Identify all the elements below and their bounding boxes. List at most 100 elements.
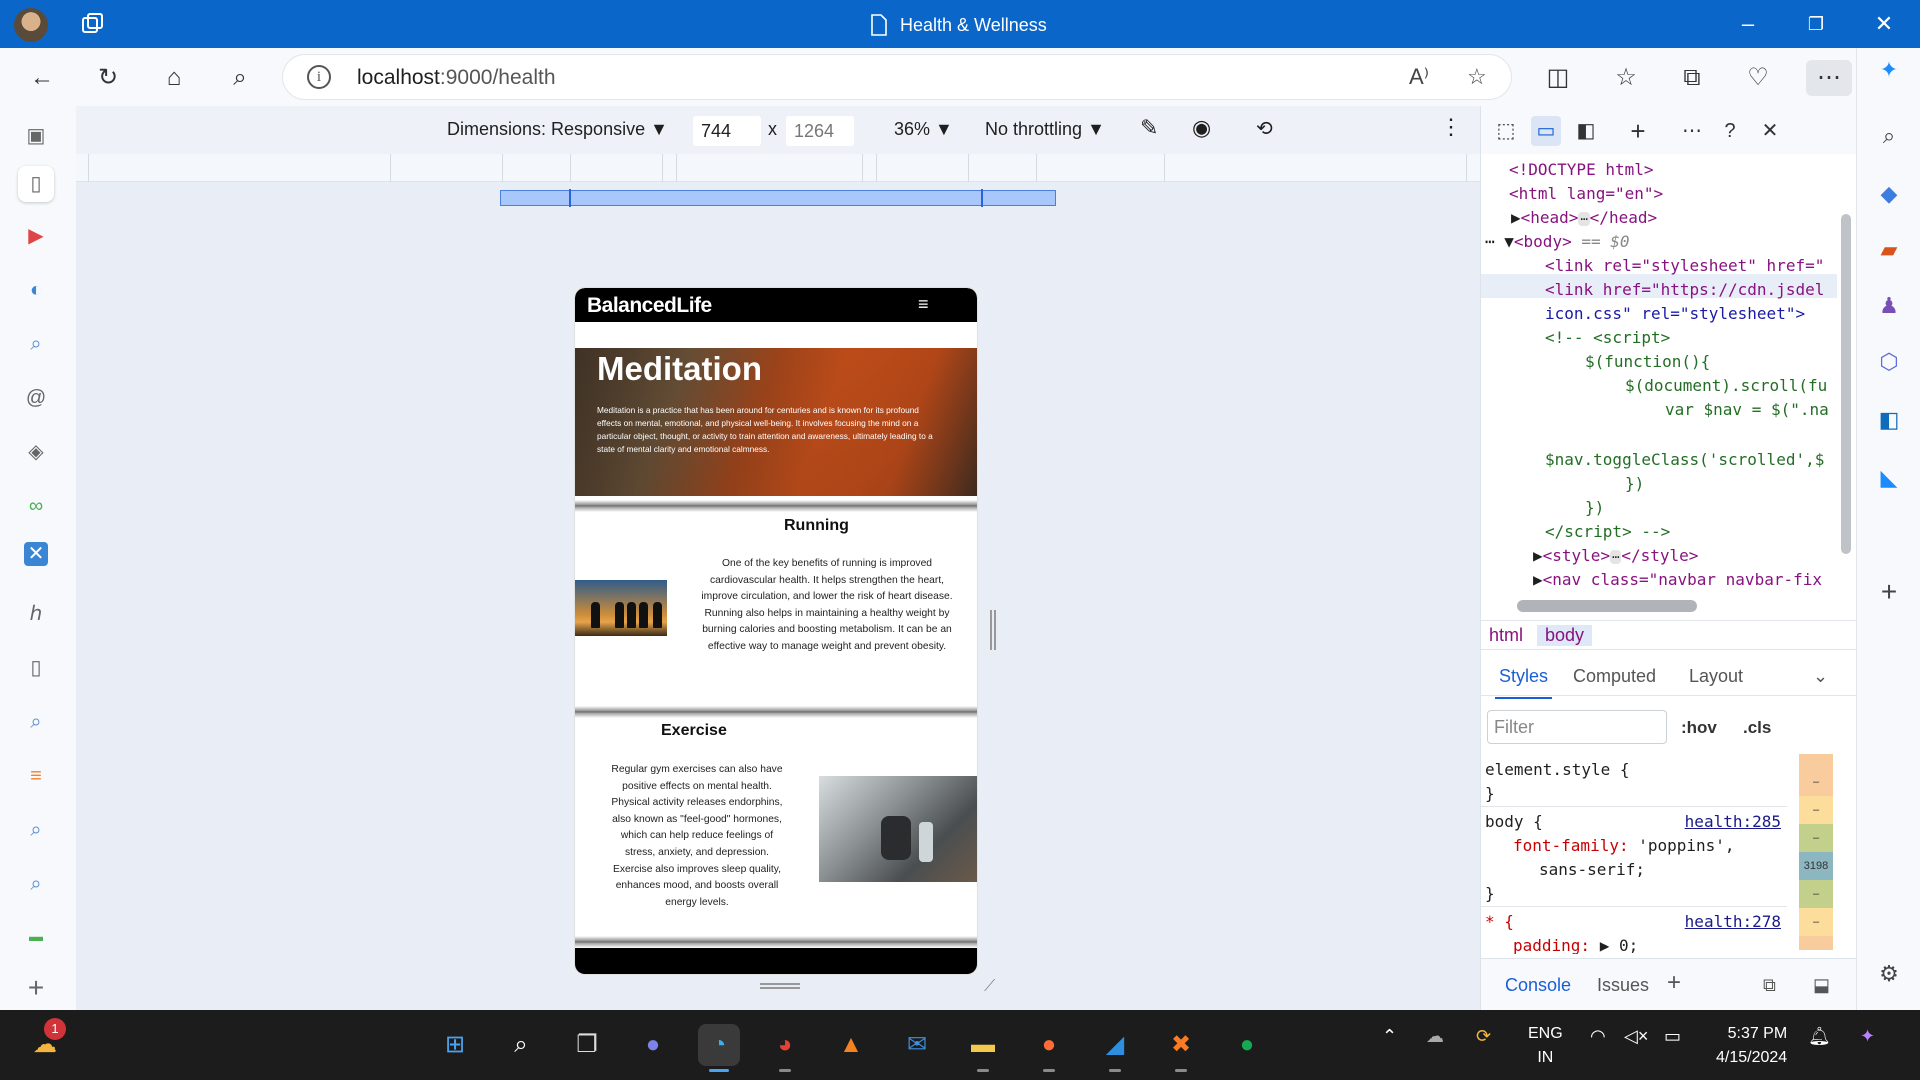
sidebar-settings-gear-icon[interactable]: ⚙ xyxy=(1873,958,1905,990)
tab-youtube-icon[interactable]: ▶ xyxy=(18,218,54,254)
search-icon[interactable]: ⌕ xyxy=(222,60,258,96)
refresh-button[interactable]: ↻ xyxy=(90,60,126,96)
language-indicator[interactable]: ENG IN xyxy=(1528,1022,1563,1070)
tab-actions-icon[interactable]: ▣ xyxy=(18,118,54,154)
dom-link-2-cont[interactable]: icon.css" rel="stylesheet"> xyxy=(1545,302,1805,327)
ellipsis-icon[interactable]: ⋯ xyxy=(1578,212,1590,226)
split-screen-icon[interactable]: ◫ xyxy=(1540,60,1576,96)
elements-horizontal-scrollbar[interactable] xyxy=(1517,600,1697,612)
drawer-tab-issues[interactable]: Issues xyxy=(1597,975,1649,996)
more-tabs-chevron-icon[interactable]: ⌄ xyxy=(1813,666,1828,687)
postman-icon[interactable]: ● xyxy=(1028,1024,1070,1072)
inspect-element-icon[interactable]: ⬚ xyxy=(1491,116,1521,146)
media-query-bar[interactable] xyxy=(500,189,1056,207)
tab-blue-app-icon[interactable]: ✕ xyxy=(24,542,48,566)
rule-star-selector[interactable]: * { xyxy=(1485,910,1514,933)
favorites-icon[interactable]: ☆ xyxy=(1608,60,1644,96)
add-sidebar-app-icon[interactable]: + xyxy=(1873,576,1905,608)
vlc-icon[interactable]: ▲ xyxy=(830,1024,872,1066)
viewport-resize-handle-bottom[interactable] xyxy=(760,983,800,989)
dom-doctype[interactable]: <!DOCTYPE html> xyxy=(1509,158,1654,183)
dom-style[interactable]: ▶<style> ⋯ </style> xyxy=(1533,544,1698,570)
teams-chat-icon[interactable]: ● xyxy=(632,1024,674,1066)
browser-essentials-icon[interactable]: ♡ xyxy=(1740,60,1776,96)
taskbar-search-icon[interactable]: ⌕ xyxy=(500,1024,542,1066)
dom-nav[interactable]: ▶<nav class="navbar navbar-fix xyxy=(1533,568,1822,593)
dimensions-dropdown[interactable]: Dimensions: Responsive ▼ xyxy=(447,119,668,140)
favorite-star-icon[interactable]: ☆ xyxy=(1467,64,1487,90)
wifi-icon[interactable]: ◠ xyxy=(1590,1026,1606,1047)
tab-ruler-icon[interactable]: ▬ xyxy=(18,918,54,954)
minimize-button[interactable]: – xyxy=(1728,10,1768,38)
battery-icon[interactable]: ▭ xyxy=(1664,1026,1681,1047)
sync-icon[interactable]: ⟳ xyxy=(1476,1026,1491,1047)
elements-vertical-scrollbar[interactable] xyxy=(1841,214,1851,554)
notifications-bell-icon[interactable]: 🔔︎ xyxy=(1808,1026,1831,1047)
drawer-dock-icon[interactable]: ⧉ xyxy=(1763,975,1776,996)
hov-toggle[interactable]: :hov xyxy=(1681,718,1717,738)
read-aloud-icon[interactable]: A⁾ xyxy=(1409,64,1429,90)
cls-toggle[interactable]: .cls xyxy=(1743,718,1783,738)
width-input[interactable]: 744 xyxy=(693,116,761,146)
file-explorer-icon[interactable]: ▬ xyxy=(962,1024,1004,1072)
tab-styles[interactable]: Styles xyxy=(1494,666,1553,699)
dom-link-2[interactable]: <link href="https://cdn.jsdel xyxy=(1545,278,1824,303)
rule-font-family[interactable]: font-family: 'poppins', xyxy=(1513,834,1735,857)
tab-edge-icon[interactable]: ◐ xyxy=(18,272,54,308)
expand-arrow-icon[interactable]: ▶ xyxy=(1533,570,1543,589)
site-brand[interactable]: BalancedLife xyxy=(587,294,712,318)
tab-search-icon[interactable]: ⌕ xyxy=(18,326,54,362)
rule-body-selector[interactable]: body { xyxy=(1485,810,1543,833)
home-button[interactable]: ⌂ xyxy=(156,60,192,96)
emulated-viewport[interactable]: BalancedLife ≡ Meditation Meditation is … xyxy=(575,288,977,974)
settings-more-button[interactable]: ⋯ xyxy=(1806,60,1852,96)
close-devtools-icon[interactable]: ✕ xyxy=(1755,116,1785,146)
chrome-taskbar-icon[interactable]: ◕ xyxy=(764,1024,806,1072)
ellipsis-icon[interactable]: ⋯ xyxy=(1610,550,1622,564)
new-tab-button[interactable]: + xyxy=(18,970,54,1006)
tab-computed[interactable]: Computed xyxy=(1573,666,1656,687)
address-bar[interactable]: i localhost:9000/health A⁾ ☆ xyxy=(282,54,1512,100)
clock[interactable]: 5:37 PM 4/15/2024 xyxy=(1716,1022,1787,1070)
mail-icon[interactable]: ✉ xyxy=(896,1024,938,1066)
site-info-icon[interactable]: i xyxy=(307,65,331,89)
throttling-dropdown[interactable]: No throttling ▼ xyxy=(985,119,1105,140)
drawer-collapse-icon[interactable]: ⬓ xyxy=(1813,975,1830,996)
tab-document-icon[interactable]: ▯ xyxy=(18,650,54,686)
tools-briefcase-icon[interactable]: ▰ xyxy=(1873,234,1905,266)
hamburger-menu-icon[interactable]: ≡ xyxy=(918,294,929,315)
device-more-options-icon[interactable]: ⋮ xyxy=(1440,114,1462,140)
expand-arrow-icon[interactable]: ▶ xyxy=(1511,208,1521,227)
zoom-dropdown[interactable]: 36% ▼ xyxy=(894,119,953,140)
rule-star-source-link[interactable]: health:278 xyxy=(1685,910,1781,933)
back-button[interactable]: ← xyxy=(24,60,60,96)
help-icon[interactable]: ? xyxy=(1715,116,1745,146)
microsoft365-icon[interactable]: ⬡ xyxy=(1873,346,1905,378)
onedrive-cloud-icon[interactable]: ☁ xyxy=(1426,1026,1444,1047)
tab-link-icon[interactable]: ∞ xyxy=(18,488,54,524)
tab-at-icon[interactable]: @ xyxy=(18,380,54,416)
expand-arrow-icon[interactable]: ▶ xyxy=(1533,546,1543,565)
dom-link-1[interactable]: <link rel="stylesheet" href=" xyxy=(1545,254,1824,279)
vision-deficiency-icon[interactable]: ◉ xyxy=(1192,115,1211,141)
rule-padding[interactable]: padding: ▶ 0; xyxy=(1513,934,1638,954)
rule-body-source-link[interactable]: health:285 xyxy=(1685,810,1781,833)
volume-muted-icon[interactable]: ◁× xyxy=(1624,1026,1648,1047)
task-view-icon[interactable]: ❐ xyxy=(566,1024,608,1066)
collections-icon[interactable]: ⧉ xyxy=(1674,60,1710,96)
tab-search-icon-2[interactable]: ⌕ xyxy=(18,704,54,740)
tab-search-icon-4[interactable]: ⌕ xyxy=(18,866,54,902)
drop-icon[interactable]: ◣ xyxy=(1873,462,1905,494)
games-icon[interactable]: ♟ xyxy=(1873,290,1905,322)
crumb-body[interactable]: body xyxy=(1537,625,1593,646)
drawer-add-tab-icon[interactable]: + xyxy=(1667,969,1681,997)
dom-body[interactable]: ⋯ ▼<body> == $0 xyxy=(1485,230,1630,255)
dom-head[interactable]: ▶<head> ⋯ </head> xyxy=(1511,206,1657,232)
tab-stackoverflow-icon[interactable]: ≡ xyxy=(18,758,54,794)
eyedropper-icon[interactable]: ✎ xyxy=(1140,115,1158,141)
xampp-icon[interactable]: ✖ xyxy=(1160,1024,1202,1072)
restore-button[interactable]: ❐ xyxy=(1796,10,1836,38)
outlook-icon[interactable]: ◧ xyxy=(1873,404,1905,436)
drawer-tab-console[interactable]: Console xyxy=(1505,975,1571,996)
crumb-html[interactable]: html xyxy=(1481,625,1531,646)
